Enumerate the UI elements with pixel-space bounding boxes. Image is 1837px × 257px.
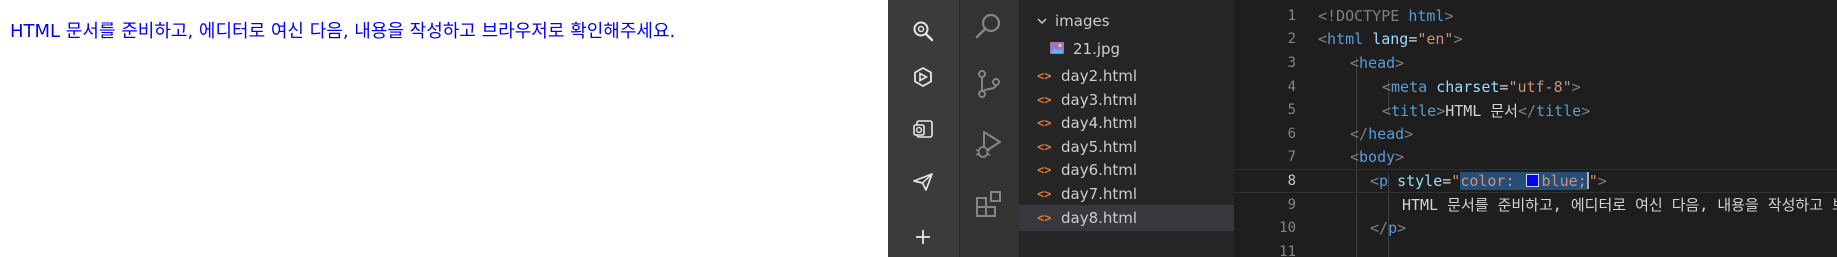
copilot-icon[interactable] [906,60,940,94]
tree-file-html[interactable]: <> day6.html [1019,157,1234,183]
line-number: 5 [1287,102,1296,119]
tree-item-label: images [1055,12,1110,30]
tree-file-image[interactable]: 21.jpg [1019,36,1234,62]
line-number: 11 [1279,243,1296,257]
add-icon[interactable] [906,220,940,254]
chevron-down-icon [1035,15,1049,27]
search-icon[interactable] [906,14,940,48]
file-explorer: images 21.jpg <> day2.html <> day3.html <> da… [1019,0,1234,257]
outlook-icon[interactable] [906,112,940,146]
preview-paragraph: HTML 문서를 준비하고, 에디터로 여신 다음, 내용을 작성하고 브라우저… [10,21,676,42]
code-line: 3 <head> [1234,51,1837,75]
code-line: 7 <body> [1234,146,1837,170]
code-line: 10 </p> [1234,216,1837,240]
tree-file-html[interactable]: <> day3.html [1019,87,1234,113]
tree-item-label: day6.html [1061,161,1138,180]
line-number: 9 [1287,196,1296,213]
code-text: <head> [1350,53,1405,72]
tree-item-label: 21.jpg [1073,40,1121,58]
line-number: 6 [1287,125,1296,142]
tree-item-label: day5.html [1061,137,1138,156]
code-text: <body> [1350,148,1405,167]
browser-sidebar [888,0,960,257]
color-swatch[interactable] [1525,173,1539,187]
selection-highlight: color: blue; [1460,171,1587,190]
line-number: 8 [1287,172,1296,189]
send-icon[interactable] [906,165,940,199]
html-file-icon: <> [1037,187,1052,201]
image-file-icon [1049,41,1067,58]
line-number: 3 [1287,54,1296,71]
tree-item-label: day2.html [1061,67,1138,85]
tree-item-label: day3.html [1061,90,1138,109]
code-text: HTML 문서를 준비하고, 에디터로 여신 다음, 내용을 작성하고 브라우저… [1402,196,1837,215]
code-line: 5 <title>HTML 문서</title> [1234,98,1837,122]
tree-item-label: day8.html [1061,208,1138,227]
tree-item-label: day7.html [1061,185,1138,203]
tree-file-html[interactable]: <> day4.html [1019,110,1234,136]
line-number: 1 [1287,7,1296,24]
code-text: <html lang="en"> [1318,30,1463,49]
html-file-icon: <> [1037,92,1052,107]
code-text: </p> [1370,219,1407,238]
code-text: <title>HTML 문서</title> [1382,101,1591,120]
html-file-icon: <> [1037,116,1052,131]
html-file-icon: <> [1037,210,1052,225]
html-file-icon: <> [1037,139,1052,154]
run-debug-icon[interactable] [969,124,1009,164]
code-text: <meta charset="utf-8"> [1382,77,1581,96]
code-line: 9 HTML 문서를 준비하고, 에디터로 여신 다음, 내용을 작성하고 브라… [1234,193,1837,217]
code-text: <p style="color: blue; "> [1370,171,1607,190]
code-line: 1 <!DOCTYPE html> [1234,4,1837,28]
code-editor[interactable]: 1 <!DOCTYPE html> 2 <html lang="en"> 3 <… [1234,0,1837,257]
tree-file-html[interactable]: <> day2.html [1019,63,1234,89]
tree-folder-images[interactable]: images [1019,8,1234,34]
line-number: 2 [1287,31,1296,48]
html-file-icon: <> [1037,69,1052,83]
search-icon[interactable] [969,6,1009,46]
line-number: 10 [1279,220,1296,237]
tree-item-label: day4.html [1061,114,1138,133]
code-text: </head> [1350,124,1414,143]
code-line-current: 8 <p style="color: blue; "> [1234,169,1837,193]
html-file-icon: <> [1037,163,1052,178]
browser-preview: HTML 문서를 준비하고, 에디터로 여신 다음, 내용을 작성하고 브라우저… [0,0,888,257]
tree-file-html[interactable]: <> day7.html [1019,181,1234,207]
tree-file-html[interactable]: <> day8.html [1019,204,1234,231]
code-line: 6 </head> [1234,122,1837,146]
source-control-icon[interactable] [969,64,1009,104]
code-line: 2 <html lang="en"> [1234,28,1837,52]
activity-bar [960,0,1019,257]
code-text: <!DOCTYPE html> [1318,6,1454,25]
code-line: 4 <meta charset="utf-8"> [1234,75,1837,99]
line-number: 4 [1287,78,1296,95]
code-line: 11 [1234,240,1837,257]
line-number: 7 [1287,149,1296,166]
tree-file-html[interactable]: <> day5.html [1019,134,1234,160]
extensions-icon[interactable] [969,184,1009,224]
